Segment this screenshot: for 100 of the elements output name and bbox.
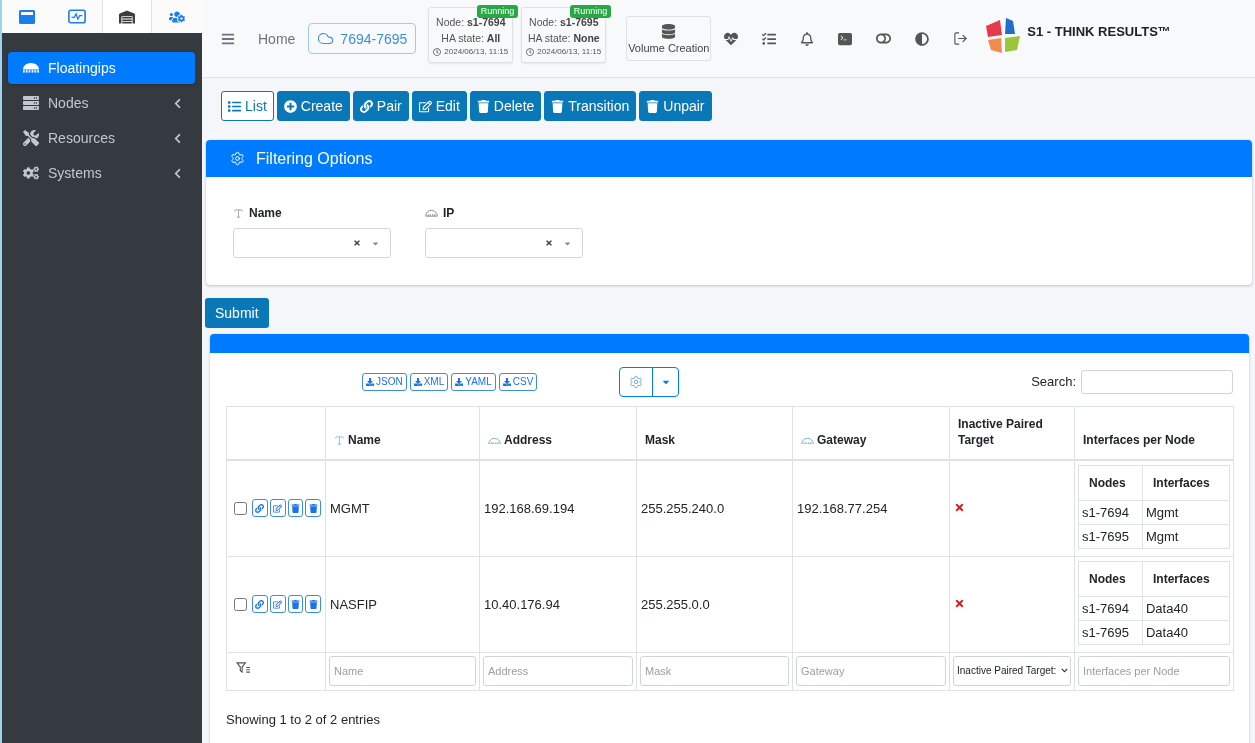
select-field[interactable] <box>233 228 391 258</box>
download-icon <box>366 377 374 386</box>
sidebar-item[interactable]: Resources <box>8 122 195 154</box>
clear-icon[interactable] <box>545 239 553 247</box>
menu-icon[interactable] <box>221 31 235 46</box>
sidebar-item[interactable]: Nodes <box>8 87 195 119</box>
ha-state-text: HA state: None <box>527 30 600 46</box>
delete-row-button[interactable] <box>305 595 321 613</box>
clear-icon[interactable] <box>353 239 361 247</box>
column-header: Interfaces <box>1142 561 1230 596</box>
logout-icon[interactable] <box>953 31 969 46</box>
table-cell: Data40 <box>1142 620 1230 644</box>
sidebar-item[interactable]: Floatingips <box>8 52 195 84</box>
toolbar-button[interactable]: Delete <box>469 91 542 121</box>
home-link[interactable]: Home <box>258 30 296 47</box>
tools-icon <box>23 130 39 146</box>
edit-row-button[interactable] <box>269 499 286 517</box>
pair-row-button[interactable] <box>252 499 268 517</box>
table-cell: Data40 <box>1142 596 1230 620</box>
node-name-text: Node: s1-7694 <box>436 16 506 31</box>
table-info-text: Showing 1 to 2 of 2 entries <box>226 711 381 727</box>
column-settings-button[interactable] <box>619 366 654 397</box>
search-label: Search: <box>1031 374 1076 389</box>
trash-icon <box>308 503 318 513</box>
submit-button[interactable]: Submit <box>205 298 269 328</box>
filter-field[interactable]: Name <box>329 655 476 686</box>
contrast-icon[interactable] <box>915 31 930 46</box>
checklist-icon[interactable] <box>762 31 777 46</box>
ha-state-text: HA state: All <box>441 30 501 46</box>
download-icon <box>502 377 511 386</box>
toolbar-button[interactable]: List <box>221 91 274 121</box>
search-field[interactable] <box>1081 369 1233 394</box>
dome-icon <box>23 63 39 73</box>
text-icon <box>334 434 345 446</box>
dome-icon <box>425 209 438 217</box>
filter-field[interactable]: Interfaces per Node <box>1078 655 1230 686</box>
sidebar-item[interactable]: Systems <box>8 157 195 189</box>
status-badge: Running <box>569 5 612 18</box>
delete-row-button[interactable] <box>287 595 304 613</box>
field-label: IP <box>443 206 455 220</box>
delete-row-button[interactable] <box>287 499 304 517</box>
toolbar-button[interactable]: Pair <box>352 91 409 121</box>
toolbar-button[interactable]: Create <box>276 91 350 121</box>
edit-icon <box>418 99 432 113</box>
edit-icon <box>273 503 283 513</box>
gears-icon <box>23 165 39 181</box>
select-field[interactable] <box>425 228 583 258</box>
bell-icon[interactable] <box>800 31 815 46</box>
server-icon <box>23 95 39 111</box>
warehouse-icon <box>119 8 135 25</box>
export-button[interactable]: CSV <box>498 372 538 391</box>
terminal-icon[interactable] <box>838 31 853 46</box>
table-cell: s1-7694 <box>1078 500 1143 524</box>
column-header: Gateway <box>817 432 867 449</box>
card-title: Filtering Options <box>256 149 373 168</box>
settings-icon <box>230 151 245 166</box>
table-cell: 192.168.77.254 <box>792 459 950 556</box>
filter-field[interactable]: Gateway <box>796 655 946 686</box>
trash-icon <box>551 99 565 113</box>
link-icon <box>359 99 373 113</box>
export-button[interactable]: JSON <box>362 372 407 391</box>
node-name-text: Node: s1-7695 <box>529 16 599 31</box>
filter-field[interactable]: Address <box>483 655 633 686</box>
toolbar-button[interactable]: Unpair <box>639 91 712 121</box>
heartbeat-icon[interactable] <box>724 31 739 46</box>
pair-row-button[interactable] <box>252 595 268 613</box>
volume-creation-button[interactable]: Volume Creation <box>626 16 712 61</box>
table-cell: s1-7695 <box>1078 524 1143 548</box>
table-cell: 192.168.69.194 <box>479 459 637 556</box>
edit-row-button[interactable] <box>269 595 286 613</box>
row-checkbox[interactable] <box>234 597 247 611</box>
filter-field[interactable]: Mask <box>640 655 789 686</box>
toggle-icon[interactable] <box>876 31 892 46</box>
row-checkbox[interactable] <box>234 501 247 515</box>
clock-icon <box>433 47 442 56</box>
column-header: Inactive Paired Target <box>958 416 1044 449</box>
status-badge: Running <box>476 5 519 18</box>
table-cell: 255.255.0.0 <box>636 556 793 652</box>
column-header: Address <box>504 432 553 449</box>
timestamp-text: 2024/06/13, 11:15 <box>537 45 602 58</box>
toolbar-button[interactable]: Transition <box>544 91 637 121</box>
filter-icon[interactable] <box>236 661 251 673</box>
column-header: Nodes <box>1078 561 1143 596</box>
column-header: Interfaces <box>1142 465 1230 500</box>
database-icon <box>661 23 677 39</box>
column-header: Name <box>348 432 381 449</box>
toolbar-button[interactable]: Edit <box>411 91 467 121</box>
sidebar-tab[interactable] <box>102 0 152 33</box>
trash-icon <box>476 99 490 113</box>
chevron-down-icon <box>1061 667 1068 674</box>
export-button[interactable]: XML <box>409 372 449 391</box>
column-header: Nodes <box>1078 465 1143 500</box>
delete-row-button[interactable] <box>305 499 321 517</box>
column-header: Mask <box>645 432 676 449</box>
export-button[interactable]: YAML <box>451 372 496 391</box>
cluster-button[interactable]: 7694-7695 <box>308 23 417 54</box>
edit-icon <box>273 599 283 609</box>
dropdown-button[interactable] <box>652 366 680 397</box>
column-header: Interfaces per Node <box>1083 432 1196 449</box>
filter-select[interactable]: Inactive Paired Target: <box>953 655 1071 686</box>
